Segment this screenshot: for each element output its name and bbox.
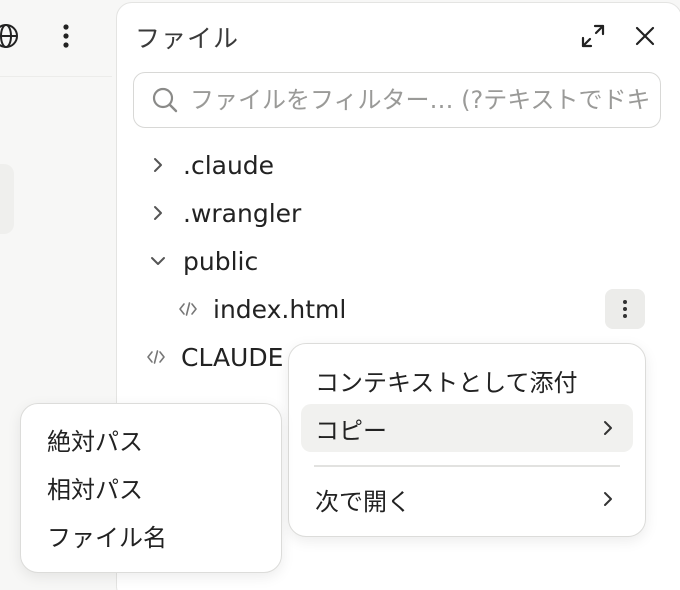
menu-item-attach-context[interactable]: コンテキストとして添付 — [301, 356, 633, 404]
tree-item-label: .wrangler — [183, 198, 302, 228]
copy-submenu: 絶対パス 相対パス ファイル名 — [20, 403, 282, 573]
tree-item-label: CLAUDE — [181, 342, 284, 372]
row-more-button[interactable] — [605, 289, 645, 329]
tree-item-claude-file[interactable]: CLAUDE — [145, 337, 283, 377]
menu-item-label: 次で開く — [315, 487, 411, 516]
expand-arrows-icon — [581, 24, 605, 48]
close-icon — [635, 26, 655, 46]
tree-item-label: .claude — [183, 150, 275, 180]
menu-separator — [314, 465, 620, 467]
chevron-right-icon — [597, 417, 619, 439]
code-file-icon — [145, 346, 167, 368]
menu-item-copy[interactable]: コピー — [301, 404, 633, 452]
close-button[interactable] — [629, 20, 661, 52]
filter-input[interactable] — [190, 86, 650, 114]
vertical-dots-icon — [63, 24, 69, 48]
tree-item-public-folder[interactable]: public — [147, 241, 258, 281]
chevron-right-icon — [597, 488, 619, 510]
tree-item-index-html[interactable]: index.html — [177, 289, 346, 329]
menu-item-label: コンテキストとして添付 — [315, 368, 578, 397]
context-menu: コンテキストとして添付 コピー 次で開く — [288, 343, 646, 537]
menu-item-label: コピー — [315, 416, 387, 445]
panel-title: ファイル — [135, 24, 240, 53]
search-icon — [150, 85, 180, 115]
app-window: ファイル ファイルをフィルター… (?テキストでドキュメントを検索) .clau… — [0, 0, 680, 590]
chevron-right-icon[interactable] — [147, 154, 169, 176]
globe-button[interactable] — [0, 20, 22, 52]
expand-button[interactable] — [577, 20, 609, 52]
globe-icon — [0, 24, 18, 48]
submenu-item-absolute-path[interactable]: 絶対パス — [33, 416, 271, 462]
submenu-item-label: 相対パス — [47, 475, 143, 504]
vertical-dots-icon — [623, 300, 627, 318]
filter-field[interactable] — [133, 72, 661, 128]
tree-item-label: public — [183, 246, 259, 276]
tree-item-wrangler-folder[interactable]: .wrangler — [147, 193, 301, 233]
left-card[interactable] — [0, 164, 14, 234]
chevron-down-icon[interactable] — [147, 250, 169, 272]
submenu-item-label: 絶対パス — [47, 427, 143, 456]
chevron-right-icon[interactable] — [147, 202, 169, 224]
tree-item-label: index.html — [213, 294, 347, 324]
more-options-button[interactable] — [50, 20, 82, 52]
menu-item-open-with[interactable]: 次で開く — [301, 475, 633, 523]
code-file-icon — [177, 298, 199, 320]
submenu-item-file-name[interactable]: ファイル名 — [33, 512, 271, 558]
submenu-item-label: ファイル名 — [47, 523, 167, 552]
submenu-item-relative-path[interactable]: 相対パス — [33, 464, 271, 510]
tree-item-claude-folder[interactable]: .claude — [147, 145, 274, 185]
left-divider — [0, 76, 112, 77]
